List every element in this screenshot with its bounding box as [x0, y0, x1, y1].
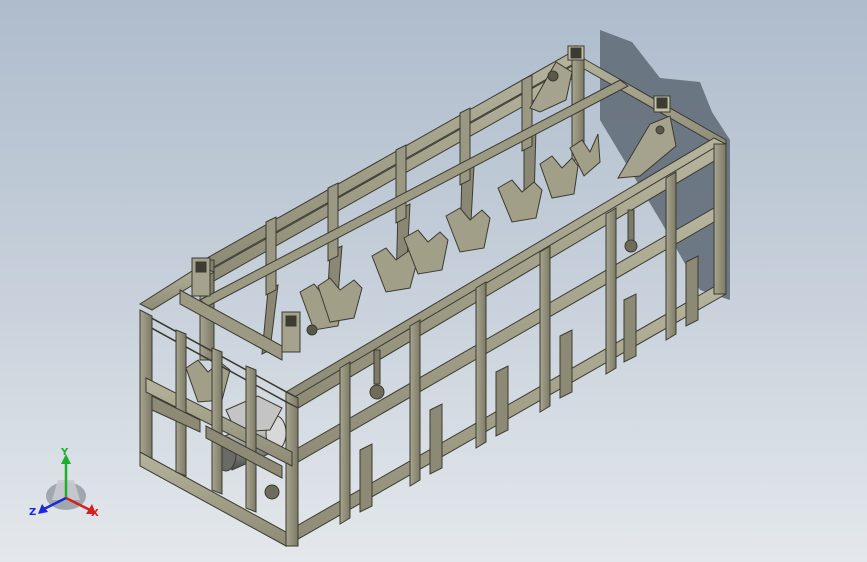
x-axis-label: X: [91, 508, 99, 519]
z-axis-label: Z: [29, 507, 36, 518]
model-shadow: [600, 30, 730, 300]
cad-graphics-viewport[interactable]: Y X Z: [0, 0, 867, 562]
view-orientation-triad[interactable]: Y X Z: [29, 447, 99, 519]
model-scene[interactable]: Y X Z: [0, 0, 867, 562]
y-axis-label: Y: [60, 447, 69, 458]
frame-back-side: [198, 49, 727, 361]
